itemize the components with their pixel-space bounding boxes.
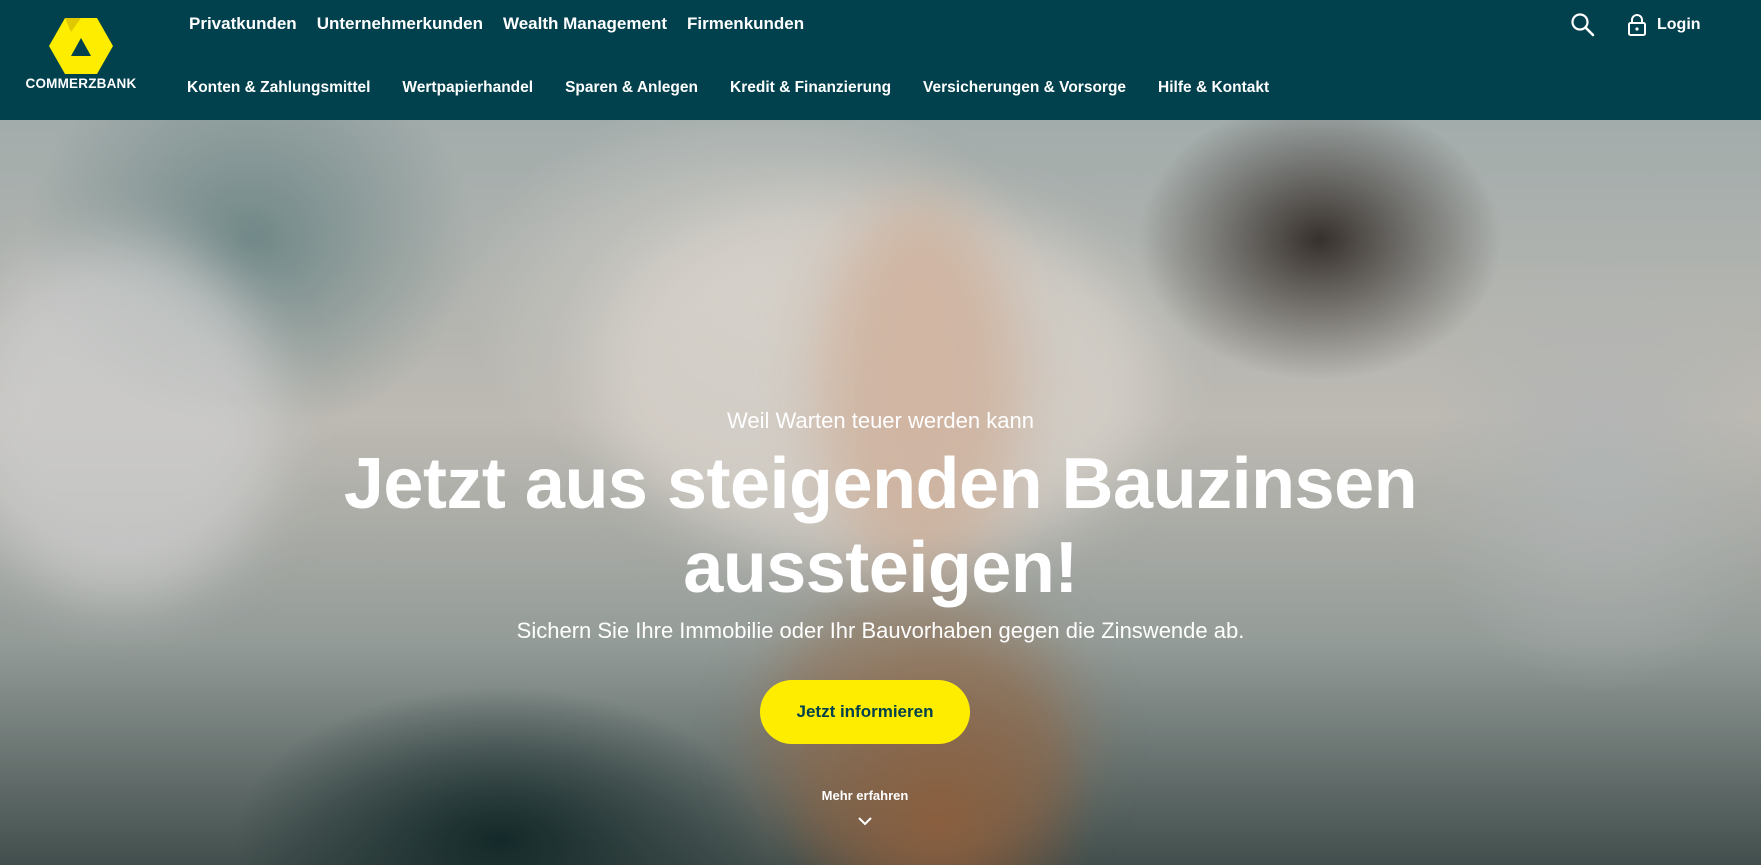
search-icon — [1571, 13, 1595, 37]
topnav-privatkunden[interactable]: Privatkunden — [189, 14, 297, 34]
commerzbank-logo[interactable]: COMMERZBANK — [22, 14, 140, 98]
search-button[interactable] — [1570, 12, 1596, 38]
subnav-wertpapierhandel[interactable]: Wertpapierhandel — [402, 78, 533, 98]
subnav-konten[interactable]: Konten & Zahlungsmittel — [187, 78, 370, 98]
hero-headline: Jetzt aus steigenden Bauzinsen aussteige… — [0, 442, 1761, 610]
lock-icon — [1628, 14, 1646, 36]
jetzt-informieren-button[interactable]: Jetzt informieren — [760, 680, 970, 744]
site-header: COMMERZBANK Privatkunden Unternehmerkund… — [0, 0, 1761, 120]
topnav-wealth-management[interactable]: Wealth Management — [503, 14, 667, 34]
primary-nav: Privatkunden Unternehmerkunden Wealth Ma… — [189, 14, 804, 34]
topnav-unternehmerkunden[interactable]: Unternehmerkunden — [317, 14, 483, 34]
logo-wordmark: COMMERZBANK — [25, 76, 137, 91]
hero-banner: Weil Warten teuer werden kann Jetzt aus … — [0, 120, 1761, 865]
subnav-hilfe[interactable]: Hilfe & Kontakt — [1158, 78, 1269, 98]
subnav-sparen[interactable]: Sparen & Anlegen — [565, 78, 698, 98]
secondary-nav: Konten & Zahlungsmittel Wertpapierhandel… — [187, 78, 1269, 98]
hero-subline: Sichern Sie Ihre Immobilie oder Ihr Bauv… — [516, 618, 1245, 643]
login-label: Login — [1657, 16, 1701, 33]
subnav-kredit[interactable]: Kredit & Finanzierung — [730, 78, 891, 98]
hero-headline-line2: aussteigen! — [683, 528, 1078, 608]
hero-eyebrow: Weil Warten teuer werden kann — [727, 408, 1034, 433]
mehr-erfahren-link[interactable]: Mehr erfahren — [780, 788, 950, 803]
subnav-versicherungen[interactable]: Versicherungen & Vorsorge — [923, 78, 1126, 98]
hero-headline-line1: Jetzt aus steigenden Bauzinsen — [343, 444, 1418, 524]
login-button[interactable]: Login — [1627, 12, 1701, 38]
chevron-down-icon[interactable] — [857, 816, 873, 826]
topnav-firmenkunden[interactable]: Firmenkunden — [687, 14, 804, 34]
logo-icon — [49, 18, 113, 74]
